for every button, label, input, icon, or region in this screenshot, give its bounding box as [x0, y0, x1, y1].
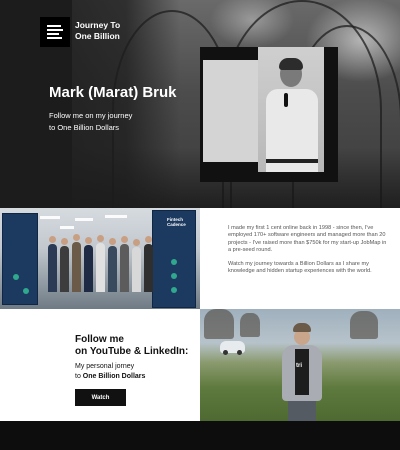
hero-subtitle: Follow me on my journey to One Billion D…	[49, 111, 133, 132]
hero-title: Mark (Marat) Bruk	[49, 84, 177, 101]
logo-text[interactable]: Journey To One Billion	[75, 20, 145, 42]
group-of-people	[40, 232, 160, 292]
hero-section: Journey To One Billion Mark (Marat) Bruk…	[0, 0, 400, 208]
microphone-icon	[284, 93, 288, 107]
bio-paragraph: Watch my journey towards a Billion Dolla…	[228, 260, 372, 275]
follow-subtitle: My personal jorney to One Billion Dollar…	[75, 363, 146, 380]
footer	[0, 421, 400, 450]
outdoor-portrait-photo: tri	[200, 309, 400, 421]
watch-button[interactable]: Watch	[75, 389, 126, 406]
bio-text: I made my first 1 cent online back in 19…	[228, 225, 388, 275]
portrait-background	[203, 60, 258, 162]
banner-left	[2, 213, 38, 305]
speaker-portrait	[258, 47, 324, 172]
person-in-jacket: tri	[280, 323, 324, 421]
car	[220, 341, 245, 355]
logo-icon[interactable]	[40, 17, 70, 47]
follow-title: Follow me on YouTube & LinkedIn:	[75, 334, 189, 357]
bio-paragraph: I made my first 1 cent online back in 19…	[228, 225, 387, 254]
